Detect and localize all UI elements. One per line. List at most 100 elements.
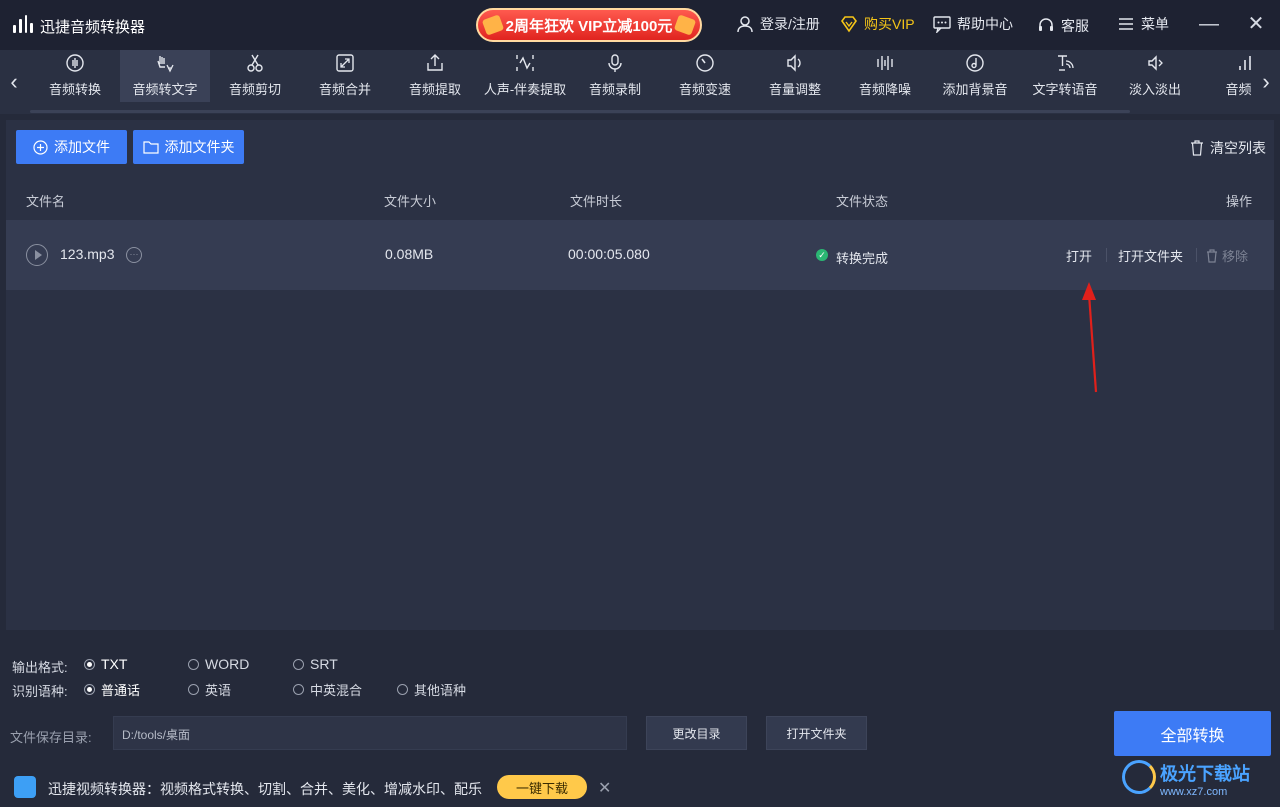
- menu-button[interactable]: 菜单: [1117, 14, 1169, 34]
- open-file-button[interactable]: 打开: [1066, 246, 1092, 265]
- trash-icon: [1191, 140, 1203, 156]
- scissors-icon: [247, 54, 263, 72]
- header-name: 文件名: [26, 194, 66, 209]
- watermark-icon: [1122, 760, 1156, 794]
- language-label: 识别语种:: [12, 684, 68, 699]
- lang-english-radio[interactable]: 英语: [188, 680, 231, 699]
- tool-audio-convert[interactable]: 音频转换: [30, 50, 120, 102]
- coupon-icon: [673, 14, 697, 36]
- divider: [1196, 248, 1197, 262]
- tool-vocal-extract[interactable]: 人声-伴奏提取: [480, 50, 570, 102]
- open-folder-button[interactable]: 打开文件夹: [1118, 246, 1183, 265]
- tool-bar: ‹ 音频转换 音频转文字 音频剪切 音频合并 音频提取 人声-伴奏提取 音频录制…: [0, 50, 1280, 114]
- text-voice-icon: [1058, 55, 1074, 71]
- more-options-icon[interactable]: ···: [126, 247, 142, 263]
- tool-add-background[interactable]: 添加背景音: [930, 50, 1020, 102]
- tool-text-to-speech[interactable]: 文字转语音: [1020, 50, 1110, 102]
- format-txt-radio[interactable]: TXT: [84, 656, 127, 672]
- file-duration: 00:00:05.080: [568, 246, 650, 262]
- table-header: 文件名 文件大小 文件时长 文件状态 操作: [6, 180, 1274, 220]
- lang-mixed-radio[interactable]: 中英混合: [293, 680, 362, 699]
- vip-diamond-icon: [841, 16, 857, 33]
- video-converter-icon: [14, 776, 36, 798]
- tool-fade[interactable]: 淡入淡出: [1110, 50, 1200, 102]
- tool-scrollbar[interactable]: [30, 110, 1130, 113]
- open-output-folder-button[interactable]: 打开文件夹: [766, 716, 867, 750]
- login-button[interactable]: 登录/注册: [736, 14, 820, 34]
- minimize-button[interactable]: —: [1197, 12, 1221, 36]
- app-title: 迅捷音频转换器: [40, 19, 146, 36]
- format-label: 输出格式:: [12, 660, 68, 675]
- scroll-left-icon[interactable]: ‹: [4, 68, 24, 96]
- file-name: 123.mp3: [60, 246, 115, 262]
- speedometer-icon: [696, 54, 714, 72]
- format-srt-radio[interactable]: SRT: [293, 656, 338, 672]
- voice-wave-icon: [516, 55, 534, 71]
- ad-bar: 迅捷视频转换器：视频格式转换、切割、合并、美化、增减水印、配乐 一键下载 ✕: [0, 770, 1280, 807]
- promo-text: 2周年狂欢 VIP立减100元: [505, 17, 673, 35]
- app-window: 迅捷音频转换器 2周年狂欢 VIP立减100元 登录/注册 购买VIP 帮助中心…: [0, 0, 1280, 807]
- watermark-logo: 极光下载站 www.xz7.com: [1120, 756, 1280, 807]
- clear-list-button[interactable]: 清空列表: [1190, 138, 1266, 158]
- microphone-icon: [608, 54, 622, 72]
- upload-icon: [427, 54, 443, 71]
- chat-bubble-icon: [933, 16, 951, 33]
- lang-mandarin-radio[interactable]: 普通话: [84, 680, 140, 699]
- chart-bars-icon: [1239, 56, 1251, 70]
- add-file-button[interactable]: 添加文件: [16, 130, 127, 164]
- annotation-arrow-icon: [1082, 282, 1098, 393]
- waveform-circle-icon: [66, 54, 84, 72]
- hand-text-icon: [157, 56, 174, 73]
- header-duration: 文件时长: [570, 194, 623, 209]
- tool-audio-speed[interactable]: 音频变速: [660, 50, 750, 102]
- close-icon[interactable]: ✕: [598, 778, 611, 798]
- bars-icon: [877, 56, 893, 70]
- format-word-radio[interactable]: WORD: [188, 656, 249, 672]
- tool-audio-to-text[interactable]: 音频转文字: [120, 50, 210, 102]
- promo-banner[interactable]: 2周年狂欢 VIP立减100元: [476, 8, 702, 42]
- download-button[interactable]: 一键下载: [497, 775, 587, 799]
- plus-circle-icon: [33, 139, 48, 155]
- tool-more[interactable]: 音频频: [1200, 50, 1252, 102]
- title-bar: 迅捷音频转换器 2周年狂欢 VIP立减100元 登录/注册 购买VIP 帮助中心…: [0, 0, 1280, 50]
- convert-all-button[interactable]: 全部转换: [1114, 711, 1271, 756]
- file-size: 0.08MB: [385, 246, 434, 262]
- merge-icon: [336, 54, 354, 72]
- save-dir-input[interactable]: D:/tools/桌面: [113, 716, 627, 750]
- coupon-icon: [481, 14, 505, 36]
- tool-noise-reduction[interactable]: 音频降噪: [840, 50, 930, 102]
- app-logo-icon: [10, 11, 36, 37]
- buy-vip-button[interactable]: 购买VIP: [840, 14, 915, 34]
- user-icon: [737, 16, 753, 33]
- help-center-button[interactable]: 帮助中心: [933, 14, 1013, 34]
- tool-list: 音频转换 音频转文字 音频剪切 音频合并 音频提取 人声-伴奏提取 音频录制 音…: [30, 50, 1252, 114]
- tool-volume-adjust[interactable]: 音量调整: [750, 50, 840, 102]
- lang-other-radio[interactable]: 其他语种: [397, 680, 466, 699]
- close-button[interactable]: ✕: [1244, 12, 1268, 36]
- header-status: 文件状态: [836, 194, 889, 209]
- hamburger-icon: [1119, 18, 1133, 30]
- tool-audio-cut[interactable]: 音频剪切: [210, 50, 300, 102]
- success-check-icon: ✓: [816, 249, 828, 261]
- headset-icon: [1039, 18, 1053, 31]
- remove-button[interactable]: 移除: [1206, 246, 1248, 265]
- tool-audio-merge[interactable]: 音频合并: [300, 50, 390, 102]
- header-ops: 操作: [1226, 194, 1253, 209]
- file-status: 转换完成: [836, 251, 889, 266]
- folder-icon: [142, 141, 159, 154]
- divider: [1106, 248, 1107, 262]
- ad-text: 迅捷视频转换器：视频格式转换、切割、合并、美化、增减水印、配乐: [48, 781, 482, 797]
- header-size: 文件大小: [384, 194, 437, 209]
- play-icon[interactable]: [26, 244, 48, 266]
- tool-audio-extract[interactable]: 音频提取: [390, 50, 480, 102]
- scroll-right-icon[interactable]: ›: [1256, 68, 1276, 96]
- speaker-icon: [787, 54, 801, 72]
- add-folder-button[interactable]: 添加文件夹: [133, 130, 244, 164]
- save-dir-label: 文件保存目录:: [10, 730, 92, 745]
- trash-icon: [1207, 248, 1217, 263]
- music-disc-icon: [966, 54, 984, 72]
- fade-icon: [1148, 55, 1163, 71]
- customer-service-button[interactable]: 客服: [1037, 16, 1089, 36]
- tool-audio-record[interactable]: 音频录制: [570, 50, 660, 102]
- change-dir-button[interactable]: 更改目录: [646, 716, 747, 750]
